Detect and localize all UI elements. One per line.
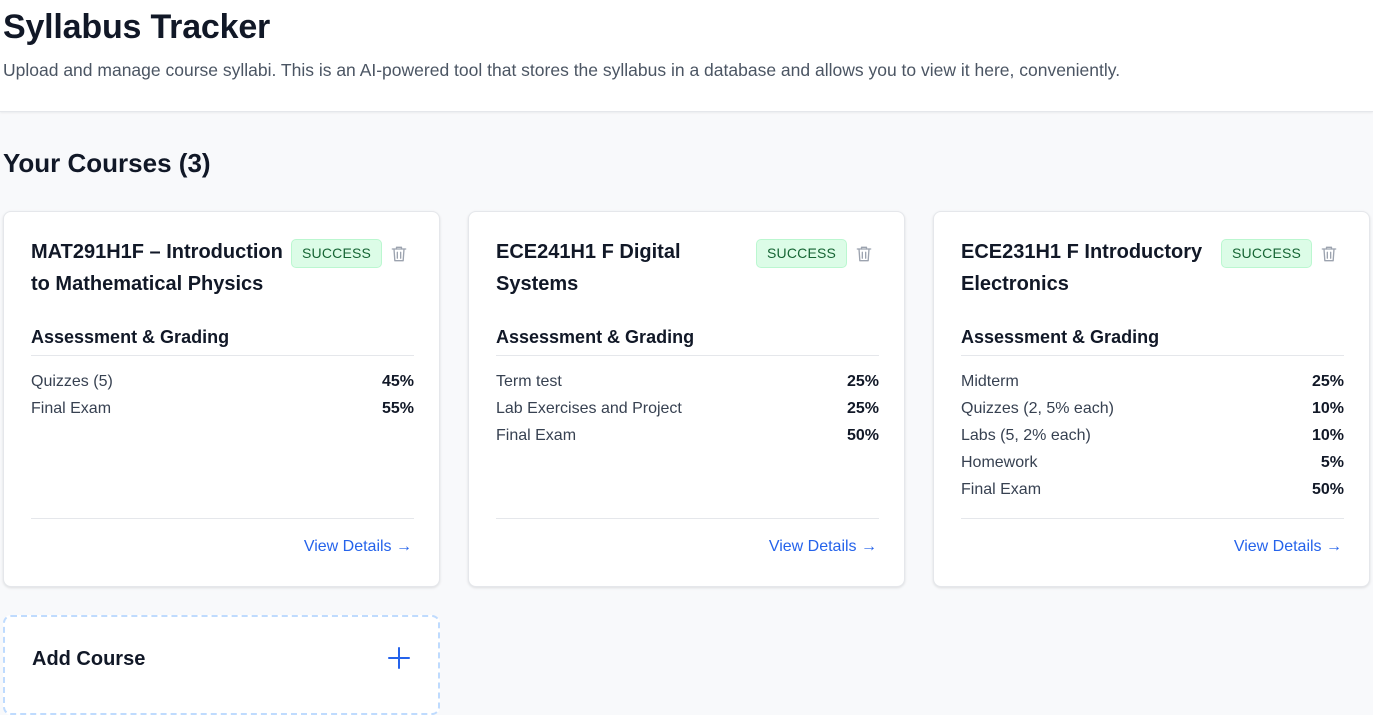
grade-weight: 25% bbox=[1311, 373, 1344, 390]
divider bbox=[496, 518, 879, 519]
course-card: ECE231H1 F Introductory Electronics SUCC… bbox=[933, 211, 1370, 587]
grade-weight: 50% bbox=[1311, 481, 1344, 498]
grade-name: Midterm bbox=[961, 373, 1019, 390]
grade-name: Lab Exercises and Project bbox=[496, 400, 682, 417]
grade-weight: 25% bbox=[846, 400, 879, 417]
grade-list: Midterm 25% Quizzes (2, 5% each) 10% Lab… bbox=[961, 368, 1344, 503]
grade-row: Final Exam 50% bbox=[961, 476, 1344, 503]
status-badge: SUCCESS bbox=[291, 239, 383, 268]
grade-row: Term test 25% bbox=[496, 368, 879, 395]
grade-row: Quizzes (5) 45% bbox=[31, 368, 414, 395]
grade-weight: 5% bbox=[1320, 454, 1344, 471]
grade-row: Labs (5, 2% each) 10% bbox=[961, 422, 1344, 449]
grade-row: Lab Exercises and Project 25% bbox=[496, 395, 879, 422]
divider bbox=[496, 355, 879, 356]
view-details-link[interactable]: View Details → bbox=[769, 538, 877, 556]
courses-section-title: Your Courses (3) bbox=[3, 148, 211, 178]
status-badge: SUCCESS bbox=[756, 239, 848, 268]
grade-name: Quizzes (2, 5% each) bbox=[961, 400, 1114, 417]
course-card: MAT291H1F – Introduction to Mathematical… bbox=[3, 211, 440, 587]
page-title: Syllabus Tracker bbox=[3, 8, 271, 46]
grade-weight: 10% bbox=[1311, 400, 1344, 417]
divider bbox=[31, 518, 414, 519]
grade-name: Labs (5, 2% each) bbox=[961, 427, 1091, 444]
divider bbox=[961, 355, 1344, 356]
grade-name: Term test bbox=[496, 373, 562, 390]
trash-icon[interactable] bbox=[1319, 244, 1339, 264]
grade-name: Quizzes (5) bbox=[31, 373, 113, 390]
status-badge: SUCCESS bbox=[1221, 239, 1313, 268]
grade-row: Midterm 25% bbox=[961, 368, 1344, 395]
course-title: ECE231H1 F Introductory Electronics bbox=[961, 241, 1203, 295]
grade-name: Final Exam bbox=[31, 400, 112, 417]
trash-icon[interactable] bbox=[389, 244, 409, 264]
add-course-button[interactable]: Add Course bbox=[3, 615, 440, 715]
trash-icon[interactable] bbox=[854, 244, 874, 264]
course-card: ECE241H1 F Digital Systems SUCCESS Asses… bbox=[468, 211, 905, 587]
grade-name: Final Exam bbox=[961, 481, 1042, 498]
page-subtitle: Upload and manage course syllabi. This i… bbox=[3, 60, 1121, 80]
grade-weight: 25% bbox=[846, 373, 879, 390]
divider bbox=[31, 355, 414, 356]
page-header: Syllabus Tracker Upload and manage cours… bbox=[0, 0, 1373, 112]
grade-list: Term test 25% Lab Exercises and Project … bbox=[496, 368, 879, 449]
assessment-heading: Assessment & Grading bbox=[31, 327, 230, 347]
grade-list: Quizzes (5) 45% Final Exam 55% bbox=[31, 368, 414, 422]
assessment-heading: Assessment & Grading bbox=[496, 327, 695, 347]
grade-row: Final Exam 50% bbox=[496, 422, 879, 449]
course-title: MAT291H1F – Introduction to Mathematical… bbox=[31, 241, 283, 295]
grade-row: Final Exam 55% bbox=[31, 395, 414, 422]
view-details-link[interactable]: View Details → bbox=[304, 538, 412, 556]
view-details-link[interactable]: View Details → bbox=[1234, 538, 1342, 556]
grade-row: Homework 5% bbox=[961, 449, 1344, 476]
add-course-label: Add Course bbox=[32, 648, 146, 670]
grade-name: Homework bbox=[961, 454, 1038, 471]
grade-weight: 55% bbox=[381, 400, 414, 417]
grade-row: Quizzes (2, 5% each) 10% bbox=[961, 395, 1344, 422]
grade-name: Final Exam bbox=[496, 427, 577, 444]
assessment-heading: Assessment & Grading bbox=[961, 327, 1160, 347]
grade-weight: 10% bbox=[1311, 427, 1344, 444]
divider bbox=[961, 518, 1344, 519]
grade-weight: 50% bbox=[846, 427, 879, 444]
plus-icon bbox=[388, 647, 410, 669]
grade-weight: 45% bbox=[381, 373, 414, 390]
course-title: ECE241H1 F Digital Systems bbox=[496, 241, 681, 295]
